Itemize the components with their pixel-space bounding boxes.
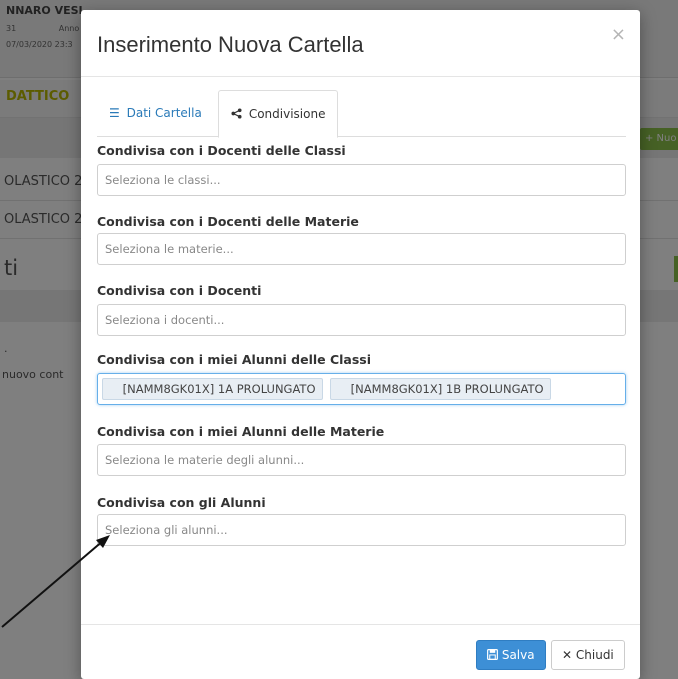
modal-title: Inserimento Nuova Cartella bbox=[97, 32, 364, 57]
tab-label: Condivisione bbox=[248, 107, 326, 121]
share-icon bbox=[231, 91, 242, 138]
close-button[interactable]: ✕ Chiudi bbox=[551, 640, 625, 670]
alunni-materie-placeholder: Seleziona le materie degli alunni... bbox=[105, 453, 305, 467]
docenti-select[interactable]: Seleziona i docenti... bbox=[97, 304, 626, 336]
alunni-materie-select[interactable]: Seleziona le materie degli alunni... bbox=[97, 444, 626, 476]
materie-select[interactable]: Seleziona le materie... bbox=[97, 233, 626, 265]
field-label-alunni: Condivisa con gli Alunni bbox=[97, 495, 266, 510]
modal-tabs: ☰ Dati Cartella Condivisione bbox=[97, 90, 626, 138]
alunni-classi-select[interactable]: [NAMM8GK01X] 1A PROLUNGATO [NAMM8GK01X] … bbox=[97, 373, 626, 405]
tab-condivisione[interactable]: Condivisione bbox=[218, 90, 339, 138]
field-label-alunni-classi: Condivisa con i miei Alunni delle Classi bbox=[97, 352, 372, 367]
new-folder-modal: Inserimento Nuova Cartella × ☰ Dati Cart… bbox=[81, 10, 640, 679]
field-label-materie: Condivisa con i Docenti delle Materie bbox=[97, 214, 359, 229]
classi-select[interactable]: Seleziona le classi... bbox=[97, 164, 626, 196]
list-icon: ☰ bbox=[109, 106, 120, 120]
materie-placeholder: Seleziona le materie... bbox=[105, 242, 234, 256]
close-icon[interactable]: × bbox=[611, 24, 626, 45]
classi-placeholder: Seleziona le classi... bbox=[105, 173, 221, 187]
field-label-classi: Condivisa con i Docenti delle Classi bbox=[97, 143, 346, 158]
floppy-icon bbox=[487, 648, 502, 662]
tag-label: [NAMM8GK01X] 1B PROLUNGATO bbox=[350, 382, 544, 396]
tab-label: Dati Cartella bbox=[126, 106, 202, 120]
modal-header-divider bbox=[81, 76, 640, 77]
docenti-placeholder: Seleziona i docenti... bbox=[105, 313, 225, 327]
tag-label: [NAMM8GK01X] 1A PROLUNGATO bbox=[122, 382, 316, 396]
close-button-label: Chiudi bbox=[575, 648, 614, 662]
field-label-docenti: Condivisa con i Docenti bbox=[97, 283, 262, 298]
tab-dati-cartella[interactable]: ☰ Dati Cartella bbox=[97, 90, 214, 137]
field-label-alunni-materie: Condivisa con i miei Alunni delle Materi… bbox=[97, 424, 385, 439]
alunni-placeholder: Seleziona gli alunni... bbox=[105, 523, 228, 537]
save-button[interactable]: Salva bbox=[476, 640, 546, 670]
modal-footer-divider bbox=[81, 624, 640, 625]
selected-tag[interactable]: [NAMM8GK01X] 1B PROLUNGATO bbox=[330, 378, 551, 400]
alunni-select[interactable]: Seleziona gli alunni... bbox=[97, 514, 626, 546]
times-icon: ✕ bbox=[562, 648, 573, 662]
save-button-label: Salva bbox=[501, 648, 535, 662]
selected-tag[interactable]: [NAMM8GK01X] 1A PROLUNGATO bbox=[102, 378, 323, 400]
